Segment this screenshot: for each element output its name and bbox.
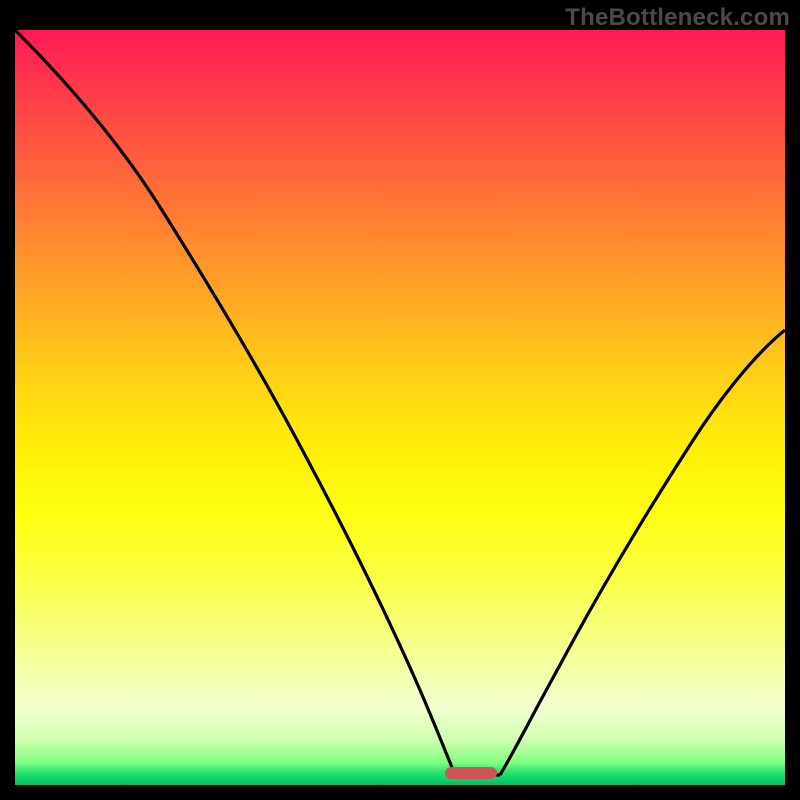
- chart-container: TheBottleneck.com: [0, 0, 800, 800]
- curve-left-branch: [15, 30, 455, 775]
- watermark-text: TheBottleneck.com: [565, 4, 790, 32]
- plot-area: [15, 30, 785, 785]
- optimal-range-marker: [445, 767, 497, 779]
- bottleneck-curve: [15, 30, 785, 785]
- curve-right-branch: [500, 330, 785, 775]
